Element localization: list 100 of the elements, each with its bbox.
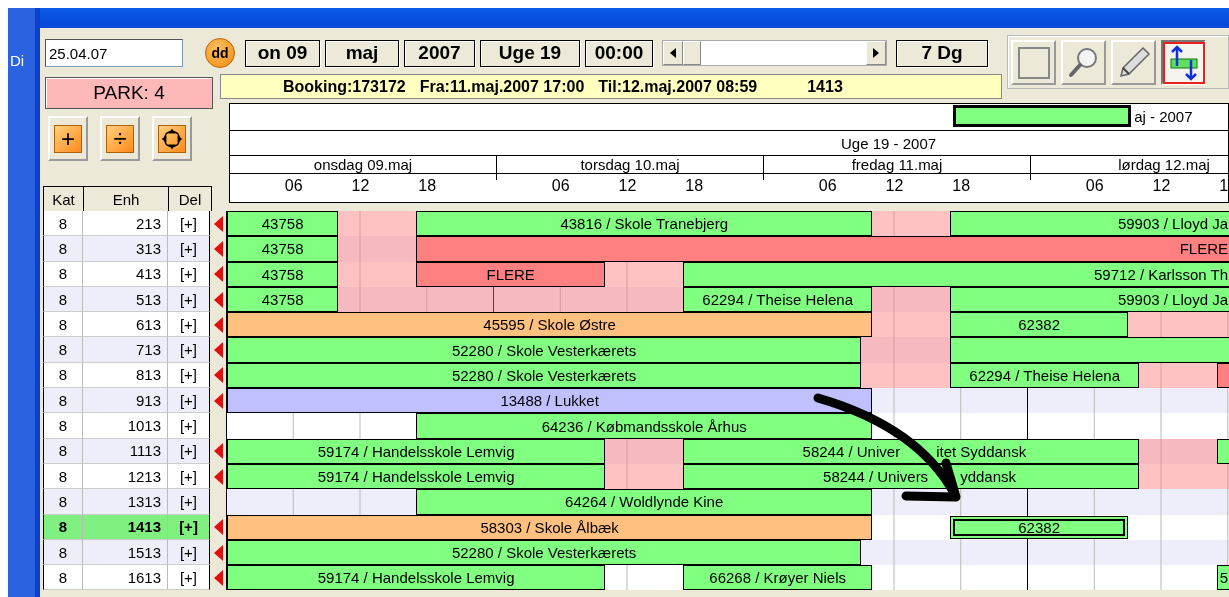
- hour-label: 18: [952, 177, 971, 195]
- expand-button[interactable]: [+]: [168, 211, 210, 237]
- expand-button[interactable]: [+]: [168, 539, 210, 566]
- booking-bar[interactable]: 52280 / Skole Vesterkærets: [227, 539, 862, 566]
- booking-bar[interactable]: 62382: [950, 515, 1129, 539]
- booking-bar[interactable]: 43816 / Skole Tranebjerg: [416, 211, 873, 237]
- booking-label: 52280 / Skole Vesterkærets: [451, 544, 637, 561]
- booking-bar[interactable]: 13488 / Lukket: [227, 388, 873, 414]
- action-button[interactable]: [152, 116, 192, 161]
- tool-button[interactable]: [1161, 40, 1206, 85]
- expand-button[interactable]: [+]: [168, 236, 210, 262]
- table-cell: 8: [43, 286, 83, 313]
- booking-bar[interactable]: 52280 / Skole Vesterkærets: [227, 362, 862, 389]
- booking-info-text: Til:12.maj.2007 08:59: [598, 77, 758, 96]
- expand-button[interactable]: [+]: [168, 337, 210, 363]
- booking-label: 43758: [261, 240, 304, 258]
- table-cell: 813: [83, 362, 168, 389]
- expand-button[interactable]: [+]: [168, 261, 210, 287]
- column-header: Del: [177, 189, 203, 210]
- table-cell: 8: [43, 565, 83, 591]
- expand-button[interactable]: [+]: [168, 413, 210, 439]
- table-cell: 8: [43, 261, 83, 287]
- booking-info-text: 1413: [807, 77, 843, 96]
- expand-button[interactable]: [+]: [168, 362, 210, 389]
- booking-bar[interactable]: [950, 337, 1229, 363]
- table-cell: 1113: [83, 438, 168, 464]
- table-cell: 213: [83, 211, 168, 237]
- booking-label: 59174 / Handelsskole Lemvig: [317, 442, 515, 460]
- booking-label: 59903 / Lloyd Ja: [1117, 291, 1228, 309]
- table-cell: 8: [43, 362, 83, 389]
- booking-label: 43758: [261, 265, 304, 283]
- table-cell: 913: [83, 388, 168, 414]
- hour-label: 1: [1219, 177, 1228, 195]
- booking-bar[interactable]: 59174 / Handelsskole Lemvig: [227, 438, 606, 464]
- booking-bar[interactable]: FLERE: [416, 236, 1229, 262]
- booking-label: 59712 / Karlsson Th: [1094, 265, 1228, 283]
- booking-bar[interactable]: 59903 / Lloyd Ja: [950, 211, 1229, 237]
- booking-bar[interactable]: 62294 / Theise Helena: [683, 286, 873, 313]
- expand-button[interactable]: [+]: [168, 312, 210, 338]
- hour-label: 18: [418, 177, 437, 195]
- year-field[interactable]: 2007: [404, 39, 475, 67]
- expand-button[interactable]: [+]: [168, 286, 210, 313]
- time-field[interactable]: 00:00: [585, 39, 653, 67]
- expand-button[interactable]: [+]: [168, 514, 210, 540]
- action-button[interactable]: ÷: [100, 116, 140, 161]
- booking-bar[interactable]: 43758: [227, 211, 339, 237]
- today-button[interactable]: dd: [205, 38, 235, 68]
- table-cell: 1213: [83, 463, 168, 490]
- table-cell: 8: [43, 388, 83, 414]
- booking-bar[interactable]: 59174 / Handelsskole Lemvig: [227, 463, 606, 490]
- booking-info-text: Booking:173172: [283, 77, 406, 96]
- hour-label: 12: [1152, 177, 1171, 195]
- booking-bar[interactable]: 59712 / Karlsson Th: [683, 261, 1229, 287]
- date-field[interactable]: 25.04.07: [45, 39, 183, 67]
- booking-bar[interactable]: [1217, 362, 1229, 389]
- rotate-arrows-icon: [158, 124, 186, 153]
- expand-button[interactable]: [+]: [168, 438, 210, 464]
- booking-bar[interactable]: 58303 / Skole Ålbæk: [227, 514, 873, 540]
- expand-button[interactable]: [+]: [168, 565, 210, 591]
- swap-arrows-icon: [1164, 43, 1203, 82]
- booking-label: 52280 / Skole Vesterkærets: [451, 366, 637, 384]
- range-button[interactable]: 7 Dg: [896, 39, 988, 67]
- booking-bar[interactable]: FLERE: [416, 261, 606, 287]
- booking-bar[interactable]: 64264 / Woldlynde Kine: [416, 489, 873, 515]
- booking-label: 59174 / Handelsskole Lemvig: [317, 569, 515, 587]
- month-field[interactable]: maj: [325, 39, 399, 67]
- month-label: aj - 2007: [1134, 108, 1193, 125]
- scrollbar[interactable]: [662, 40, 887, 66]
- booking-bar[interactable]: 59903 / Lloyd Ja: [950, 286, 1229, 313]
- booking-label: 43758: [261, 291, 304, 309]
- booking-bar[interactable]: 5: [1217, 565, 1229, 591]
- booking-bar[interactable]: 64236 / Købmandsskole Århus: [416, 413, 873, 439]
- table-cell: 8: [43, 312, 83, 338]
- expand-button[interactable]: [+]: [168, 388, 210, 414]
- action-button[interactable]: +: [48, 116, 88, 161]
- booking-bar[interactable]: 45595 / Skole Østre: [227, 312, 873, 338]
- scroll-thumb[interactable]: [683, 41, 701, 65]
- booking-bar[interactable]: 43758: [227, 236, 339, 262]
- right-arrow-icon: [873, 48, 879, 58]
- hour-label: 06: [551, 177, 570, 195]
- booking-label: 58244 / Univers: [823, 467, 929, 485]
- expand-button[interactable]: [+]: [168, 489, 210, 515]
- expand-button[interactable]: [+]: [168, 463, 210, 490]
- booking-bar[interactable]: 66268 / Krøyer Niels: [683, 565, 873, 591]
- booking-bar[interactable]: 43758: [227, 286, 339, 313]
- booking-bar[interactable]: 43758: [227, 261, 339, 287]
- booking-label: FLERE: [486, 265, 535, 283]
- booking-bar[interactable]: 62294 / Theise Helena: [950, 362, 1140, 389]
- day-field[interactable]: on 09: [245, 39, 320, 67]
- booking-label: itet Syddansk: [936, 442, 1027, 460]
- booking-bar[interactable]: 52280 / Skole Vesterkærets: [227, 337, 862, 363]
- day-label: onsdag 09.maj: [313, 156, 413, 173]
- booking-bar[interactable]: [1217, 438, 1229, 464]
- booking-bar[interactable]: 59174 / Handelsskole Lemvig: [227, 565, 606, 591]
- table-cell: 8: [43, 489, 83, 515]
- booking-bar[interactable]: 62382: [950, 312, 1129, 338]
- booking-label: FLERE: [1179, 240, 1228, 258]
- table-cell: 713: [83, 337, 168, 363]
- week-field[interactable]: Uge 19: [480, 39, 580, 67]
- week-label: Uge 19 - 2007: [841, 134, 937, 152]
